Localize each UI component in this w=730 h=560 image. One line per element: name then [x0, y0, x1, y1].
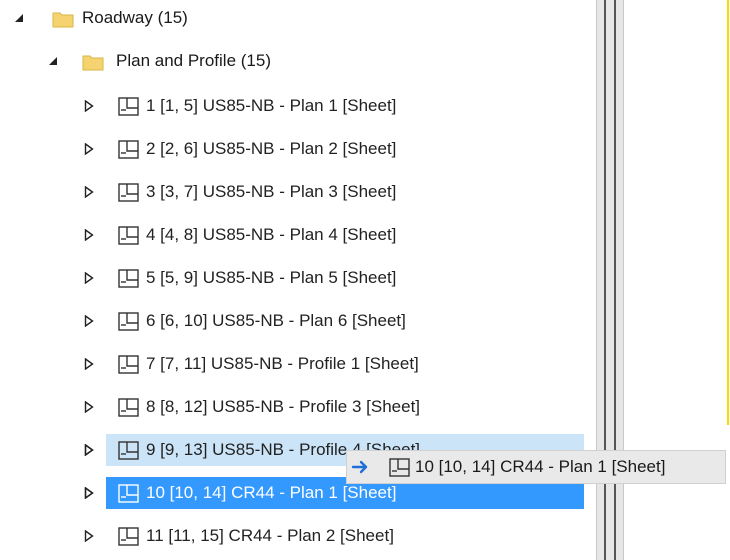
drag-preview: 10 [10, 14] CR44 - Plan 1 [Sheet] — [346, 450, 726, 484]
collapse-arrow-icon[interactable] — [46, 45, 60, 77]
expand-arrow-icon[interactable] — [82, 305, 96, 337]
tree-node-label: 5 [5, 9] US85-NB - Plan 5 [Sheet] — [146, 268, 397, 287]
tree-node-label: 4 [4, 8] US85-NB - Plan 4 [Sheet] — [146, 225, 397, 244]
tree-node-label: 2 [2, 6] US85-NB - Plan 2 [Sheet] — [146, 139, 397, 158]
expand-arrow-icon[interactable] — [82, 348, 96, 380]
expand-arrow-icon[interactable] — [82, 262, 96, 294]
collapse-arrow-icon[interactable] — [12, 2, 26, 34]
sheet-icon — [389, 458, 411, 478]
tree-node-label: 6 [6, 10] US85-NB - Plan 6 [Sheet] — [146, 311, 406, 330]
tree-node-label: Roadway (15) — [82, 8, 188, 27]
folder-icon — [52, 8, 74, 28]
tree-node-label: 3 [3, 7] US85-NB - Plan 3 [Sheet] — [146, 182, 397, 201]
sheet-icon — [118, 397, 140, 417]
expand-arrow-icon[interactable] — [82, 477, 96, 509]
tree-node-label: 7 [7, 11] US85-NB - Profile 1 [Sheet] — [146, 354, 419, 373]
tree-node-label: 11 [11, 15] CR44 - Plan 2 [Sheet] — [146, 526, 394, 545]
sheet-icon — [118, 139, 140, 159]
expand-arrow-icon[interactable] — [82, 520, 96, 552]
sheet-icon — [118, 526, 140, 546]
tree-node-sheet[interactable]: 4 [4, 8] US85-NB - Plan 4 [Sheet] — [0, 219, 590, 251]
tree-node-sheet[interactable]: 7 [7, 11] US85-NB - Profile 1 [Sheet] — [0, 348, 590, 380]
tree-node-sheet[interactable]: 2 [2, 6] US85-NB - Plan 2 [Sheet] — [0, 133, 590, 165]
tree-node-sheet[interactable]: 3 [3, 7] US85-NB - Plan 3 [Sheet] — [0, 176, 590, 208]
sheet-icon — [118, 268, 140, 288]
expand-arrow-icon[interactable] — [82, 133, 96, 165]
tree-node-sheet[interactable]: 6 [6, 10] US85-NB - Plan 6 [Sheet] — [0, 305, 590, 337]
tree-node-sheet[interactable]: 1 [1, 5] US85-NB - Plan 1 [Sheet] — [0, 90, 590, 122]
drag-preview-label: 10 [10, 14] CR44 - Plan 1 [Sheet] — [415, 457, 666, 476]
sheet-icon — [118, 96, 140, 116]
sheet-icon — [118, 440, 140, 460]
folder-icon — [82, 51, 104, 71]
sheet-icon — [118, 354, 140, 374]
tree-node-label: 8 [8, 12] US85-NB - Profile 3 [Sheet] — [146, 397, 421, 416]
sheet-icon — [118, 225, 140, 245]
tree-node-sheet[interactable]: 11 [11, 15] CR44 - Plan 2 [Sheet] — [0, 520, 590, 552]
expand-arrow-icon[interactable] — [82, 219, 96, 251]
sheet-icon — [118, 182, 140, 202]
expand-arrow-icon[interactable] — [82, 90, 96, 122]
sheet-icon — [118, 311, 140, 331]
tree-node-sheet[interactable]: 8 [8, 12] US85-NB - Profile 3 [Sheet] — [0, 391, 590, 423]
tree-node-label: 1 [1, 5] US85-NB - Plan 1 [Sheet] — [146, 96, 397, 115]
expand-arrow-icon[interactable] — [82, 391, 96, 423]
tree-node-plan-and-profile[interactable]: Plan and Profile (15) — [0, 45, 590, 77]
accent-line — [727, 0, 729, 425]
arrow-right-icon — [351, 458, 371, 476]
sheet-icon — [118, 483, 140, 503]
tree-node-sheet[interactable]: 5 [5, 9] US85-NB - Plan 5 [Sheet] — [0, 262, 590, 294]
expand-arrow-icon[interactable] — [82, 434, 96, 466]
tree-node-roadway[interactable]: Roadway (15) — [0, 2, 590, 34]
expand-arrow-icon[interactable] — [82, 176, 96, 208]
tree-node-label: Plan and Profile (15) — [116, 51, 271, 70]
